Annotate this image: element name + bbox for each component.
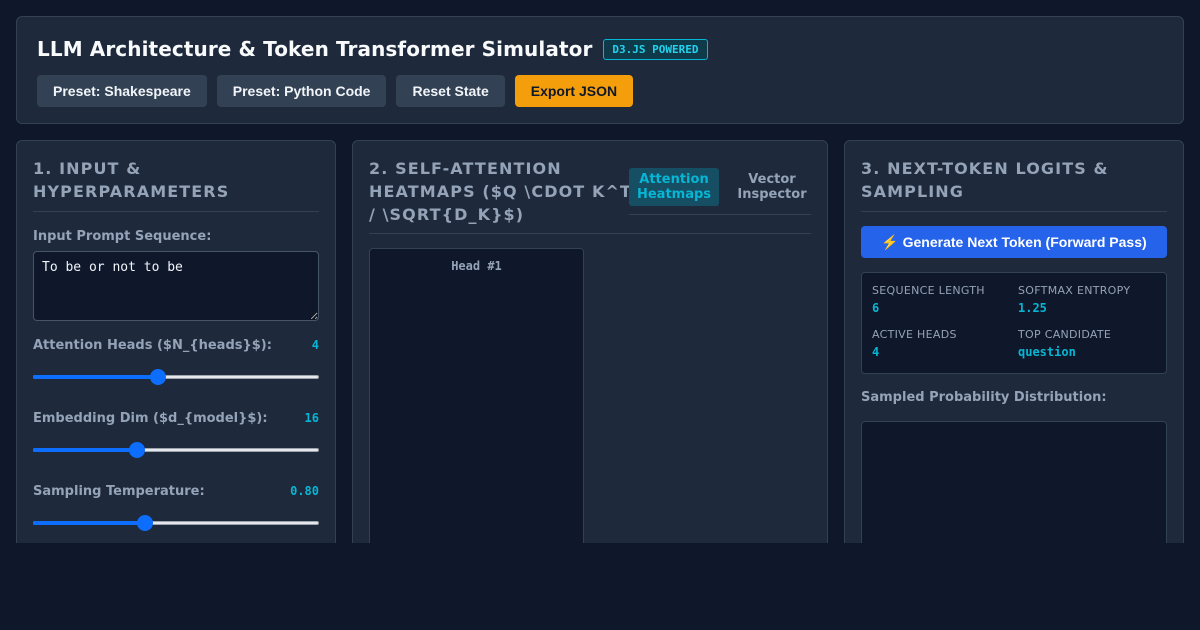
distribution-chart [861, 421, 1167, 559]
attention-panel: 2. Self-Attention Heatmaps ($Q \cdot K^T… [352, 140, 828, 560]
app-header: LLM Architecture & Token Transformer Sim… [16, 16, 1184, 124]
preset-shakespeare-button[interactable]: Preset: Shakespeare [37, 75, 207, 107]
view-tabs: Attention Heatmaps Vector Inspector [629, 168, 825, 206]
input-divider [33, 211, 319, 212]
dim-label: Embedding Dim ($d_{model}$): [33, 411, 268, 426]
input-panel-title: 1. Input & Hyperparameters [33, 159, 230, 201]
logits-divider [861, 211, 1167, 212]
dim-value: 16 [304, 411, 319, 425]
prompt-input[interactable] [33, 251, 319, 321]
slider-thumb[interactable] [136, 515, 153, 531]
logits-panel-title: 3. Next-Token Logits & Sampling [861, 159, 1109, 201]
heads-slider[interactable] [33, 369, 319, 385]
tabs-underline [629, 214, 811, 215]
seq-length-label: Sequence Length [872, 284, 985, 297]
temp-value: 0.80 [290, 484, 319, 498]
dim-slider[interactable] [33, 442, 319, 458]
slider-fill [33, 375, 159, 379]
temp-label: Sampling Temperature: [33, 484, 205, 499]
heads-label: Attention Heads ($N_{heads}$): [33, 338, 272, 353]
head-label: Head #1 [451, 259, 502, 273]
export-json-button[interactable]: Export JSON [514, 75, 634, 107]
distribution-label: Sampled Probability Distribution: [861, 390, 1107, 405]
input-panel: 1. Input & Hyperparameters Input Prompt … [16, 140, 336, 560]
attention-divider [369, 233, 811, 234]
slider-fill [33, 448, 137, 452]
slider-thumb[interactable] [128, 442, 145, 458]
d3-badge: D3.JS POWERED [603, 38, 708, 60]
stats-box: Sequence Length 6 Softmax Entropy 1.25 A… [861, 272, 1167, 374]
seq-length-value: 6 [872, 301, 880, 315]
preset-python-button[interactable]: Preset: Python Code [216, 75, 387, 107]
top-candidate-value: question [1018, 345, 1076, 359]
slider-thumb[interactable] [150, 369, 167, 385]
active-heads-value: 4 [872, 345, 880, 359]
slider-fill [33, 521, 145, 525]
temp-slider[interactable] [33, 515, 319, 531]
tab-attention-heatmaps[interactable]: Attention Heatmaps [629, 168, 719, 206]
heatmap-head-1: Head #1 [369, 248, 584, 559]
page-bottom-area [0, 543, 1200, 630]
top-candidate-label: Top Candidate [1018, 328, 1112, 341]
logits-panel: 3. Next-Token Logits & Sampling ⚡ Genera… [844, 140, 1184, 560]
prompt-label: Input Prompt Sequence: [33, 229, 212, 244]
attention-panel-title: 2. Self-Attention Heatmaps ($Q \cdot K^T… [369, 159, 632, 224]
generate-token-button[interactable]: ⚡ Generate Next Token (Forward Pass) [861, 226, 1167, 258]
entropy-label: Softmax Entropy [1018, 284, 1131, 297]
entropy-value: 1.25 [1018, 301, 1047, 315]
heads-value: 4 [311, 338, 319, 352]
active-heads-label: Active Heads [872, 328, 957, 341]
tab-vector-inspector[interactable]: Vector Inspector [727, 168, 817, 206]
app-title: LLM Architecture & Token Transformer Sim… [37, 37, 593, 61]
reset-state-button[interactable]: Reset State [396, 75, 505, 107]
